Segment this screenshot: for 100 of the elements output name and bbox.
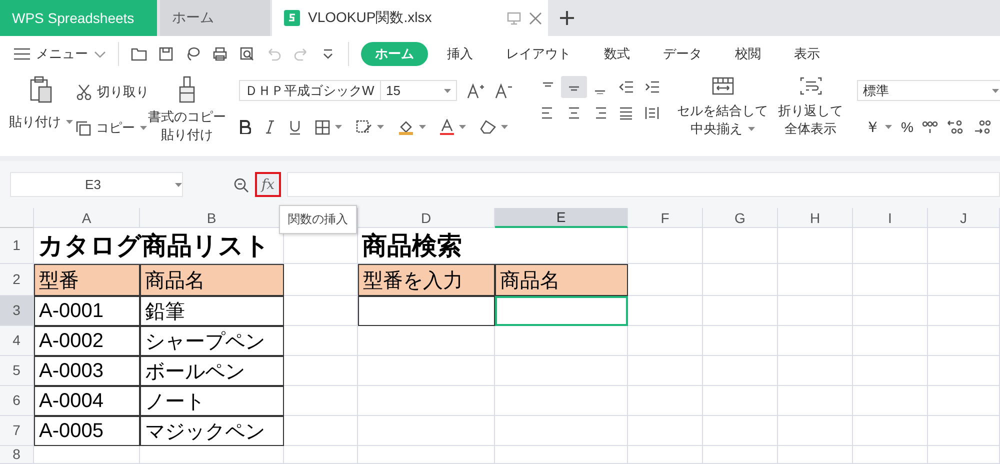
increase-font-icon[interactable] <box>467 82 485 98</box>
plus-icon[interactable] <box>560 11 574 25</box>
caret-icon[interactable] <box>992 88 999 92</box>
clipboard-icon[interactable] <box>29 76 53 104</box>
table-cell[interactable]: マジックペン <box>140 416 284 446</box>
caret-icon[interactable] <box>377 125 384 129</box>
fill-bucket-icon[interactable] <box>398 119 414 135</box>
borders-icon[interactable] <box>315 120 330 134</box>
align-center-icon[interactable] <box>567 106 581 120</box>
merge-cells-icon[interactable] <box>712 76 734 96</box>
indent-icon[interactable] <box>645 80 659 94</box>
name-box[interactable]: E3 <box>10 172 183 197</box>
copy-icon[interactable] <box>76 120 91 136</box>
row-header[interactable]: 6 <box>0 386 34 416</box>
increase-decimal-icon[interactable] <box>947 119 966 135</box>
decrease-font-icon[interactable] <box>495 82 513 98</box>
caret-icon[interactable] <box>501 125 508 129</box>
copy-button[interactable]: コピー <box>76 116 147 140</box>
insert-function-button[interactable]: fx <box>255 172 281 197</box>
column-header[interactable]: G <box>703 208 778 228</box>
bold-icon[interactable] <box>239 120 251 134</box>
print-preview-icon[interactable] <box>239 46 255 62</box>
align-right-icon[interactable] <box>593 106 607 120</box>
paintbrush-icon[interactable] <box>177 76 197 104</box>
font-color-icon[interactable] <box>440 119 454 135</box>
lasso-icon[interactable] <box>185 46 201 62</box>
save-icon[interactable] <box>158 46 174 62</box>
menu-icon[interactable] <box>14 48 30 60</box>
scissors-icon[interactable] <box>76 84 92 100</box>
table-cell[interactable]: ボールペン <box>140 356 284 386</box>
caret-icon[interactable] <box>140 126 147 130</box>
underline-icon[interactable] <box>289 120 301 134</box>
row-header[interactable]: 3 <box>0 296 34 326</box>
row-header[interactable]: 1 <box>0 228 34 264</box>
table-cell[interactable]: 鉛筆 <box>140 296 284 326</box>
align-button[interactable] <box>561 76 587 98</box>
table-cell[interactable]: 商品名 <box>140 264 284 296</box>
ribbon-tab[interactable]: 校閲 <box>721 42 775 66</box>
chevron-down-icon[interactable] <box>94 50 106 58</box>
column-header[interactable]: D <box>358 208 495 228</box>
spreadsheet-file-icon[interactable] <box>284 10 300 26</box>
caret-icon[interactable] <box>175 182 182 186</box>
row-header[interactable]: 8 <box>0 446 34 464</box>
row-header[interactable]: 2 <box>0 264 34 296</box>
column-header[interactable]: J <box>928 208 1000 228</box>
row-header[interactable]: 7 <box>0 416 34 446</box>
ribbon-tab[interactable]: 数式 <box>590 42 644 66</box>
ribbon-tab[interactable]: 表示 <box>780 42 834 66</box>
caret-icon[interactable] <box>748 127 754 131</box>
caret-icon[interactable] <box>459 125 466 129</box>
column-header[interactable]: H <box>778 208 853 228</box>
table-cell[interactable]: A-0002 <box>34 326 140 356</box>
print-icon[interactable] <box>212 46 228 62</box>
row-header[interactable]: 4 <box>0 326 34 356</box>
paste-button[interactable]: 貼り付け <box>10 76 72 156</box>
home-tab[interactable]: ホーム <box>160 0 270 36</box>
caret-icon[interactable] <box>444 88 451 92</box>
cut-button[interactable]: 切り取り <box>76 80 149 104</box>
currency-button[interactable]: ￥ <box>865 115 892 139</box>
select-all-corner[interactable] <box>0 208 34 228</box>
justify-icon[interactable] <box>619 106 633 120</box>
table-cell[interactable]: シャープペン <box>140 326 284 356</box>
caret-icon[interactable] <box>335 125 342 129</box>
table-cell[interactable]: A-0005 <box>34 416 140 446</box>
ribbon-tab[interactable]: 挿入 <box>433 42 487 66</box>
column-header[interactable]: A <box>34 208 140 228</box>
font-size-dropdown[interactable]: 15 <box>380 80 457 101</box>
menu-button[interactable]: メニュー <box>14 45 106 63</box>
file-tab[interactable]: VLOOKUP関数.xlsx <box>272 0 548 36</box>
table-cell[interactable]: ノート <box>140 386 284 416</box>
distributed-icon[interactable] <box>645 106 659 120</box>
percent-button[interactable]: % <box>901 119 914 135</box>
wrap-text-button[interactable]: 折り返して 全体表示 <box>778 76 843 156</box>
font-name-dropdown[interactable]: ＤＨＰ平成ゴシックW <box>239 80 381 101</box>
table-cell[interactable]: A-0004 <box>34 386 140 416</box>
row-header[interactable]: 5 <box>0 356 34 386</box>
column-header[interactable]: F <box>628 208 703 228</box>
caret-icon[interactable] <box>885 125 892 129</box>
merge-center-button[interactable]: セルを結合して 中央揃え <box>677 76 768 156</box>
caret-icon[interactable] <box>66 120 73 124</box>
table-cell[interactable]: 型番 <box>34 264 140 296</box>
formula-input[interactable] <box>287 172 1000 197</box>
table-cell[interactable] <box>495 296 628 326</box>
align-left-icon[interactable] <box>541 106 555 120</box>
table-cell[interactable]: 型番を入力 <box>358 264 495 296</box>
table-cell[interactable] <box>358 296 495 326</box>
eraser-icon[interactable] <box>480 120 496 134</box>
column-header[interactable]: E <box>495 208 628 228</box>
table-cell[interactable]: A-0003 <box>34 356 140 386</box>
decrease-decimal-icon[interactable] <box>974 119 992 135</box>
table-cell[interactable]: A-0001 <box>34 296 140 326</box>
table-cell[interactable]: 商品名 <box>495 264 628 296</box>
italic-icon[interactable] <box>265 120 275 134</box>
wrap-text-icon[interactable] <box>800 76 822 96</box>
format-painter-button[interactable]: 書式のコピー 貼り付け <box>149 76 225 156</box>
ribbon-tab[interactable]: レイアウト <box>492 42 585 66</box>
folder-icon[interactable] <box>131 46 147 62</box>
ribbon-tab[interactable]: データ <box>649 42 716 66</box>
number-format-dropdown[interactable]: 標準 <box>857 80 1000 101</box>
thousands-separator-icon[interactable] <box>922 119 938 135</box>
